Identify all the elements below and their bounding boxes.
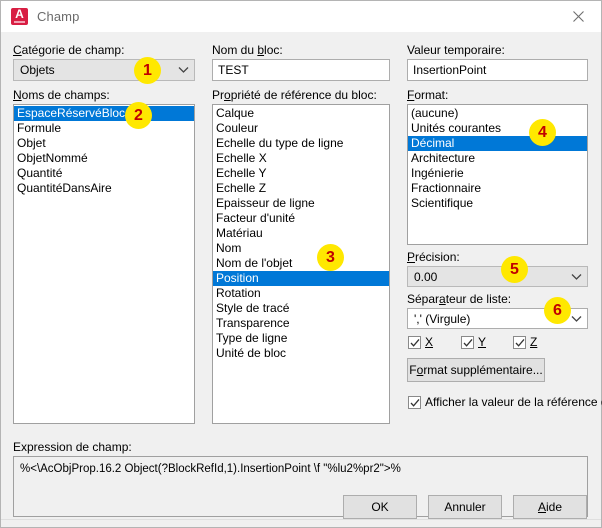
annotation-badge-1: 1 — [134, 57, 161, 84]
checkbox-z[interactable]: Z — [513, 335, 537, 349]
block-property-listbox[interactable]: Calque Couleur Echelle du type de ligne … — [212, 104, 390, 424]
temp-value-field[interactable]: InsertionPoint — [407, 59, 588, 81]
list-item[interactable]: Unités courantes — [408, 121, 587, 136]
checkbox-y[interactable]: Y — [461, 335, 486, 349]
list-item[interactable]: Epaisseur de ligne — [213, 196, 389, 211]
help-button[interactable]: Aide — [513, 495, 587, 519]
list-item[interactable]: Echelle Y — [213, 166, 389, 181]
block-property-list: Calque Couleur Echelle du type de ligne … — [213, 105, 389, 361]
close-icon[interactable] — [555, 1, 601, 31]
autocad-a-icon — [11, 7, 28, 25]
cancel-button[interactable]: Annuler — [428, 495, 502, 519]
show-reference-value-box — [408, 395, 421, 409]
annotation-badge-6: 6 — [544, 297, 571, 324]
field-names-label: Noms de champs: — [13, 88, 110, 102]
extra-format-button[interactable]: Format supplémentaire... — [407, 358, 545, 382]
help-button-label: Aide — [537, 500, 563, 514]
list-item[interactable]: QuantitéDansAire — [14, 181, 194, 196]
annotation-badge-5: 5 — [501, 256, 528, 283]
list-item[interactable]: Unité de bloc — [213, 346, 389, 361]
category-combo[interactable]: Objets — [13, 59, 195, 81]
list-item[interactable]: Couleur — [213, 121, 389, 136]
field-names-listbox[interactable]: EspaceRéservéBloc Formule Objet ObjetNom… — [13, 104, 195, 424]
list-item[interactable]: Style de tracé — [213, 301, 389, 316]
format-label: Format: — [407, 88, 449, 102]
ok-button[interactable]: OK — [343, 495, 417, 519]
show-reference-value-checkbox[interactable]: Afficher la valeur de la référence du bl… — [408, 395, 602, 409]
annotation-badge-2: 2 — [125, 102, 152, 129]
format-listbox[interactable]: (aucune) Unités courantes Décimal Archit… — [407, 104, 588, 245]
list-item[interactable]: Architecture — [408, 151, 587, 166]
field-names-list: EspaceRéservéBloc Formule Objet ObjetNom… — [14, 105, 194, 196]
temp-value-label: Valeur temporaire: — [407, 43, 505, 57]
footer-divider — [1, 519, 601, 520]
list-item[interactable]: Quantité — [14, 166, 194, 181]
list-item[interactable]: Décimal — [408, 136, 587, 151]
list-item[interactable]: Type de ligne — [213, 331, 389, 346]
separator-label: Séparateur de liste: — [407, 292, 512, 306]
list-item[interactable]: Echelle Z — [213, 181, 389, 196]
list-item[interactable]: Position — [213, 271, 389, 286]
temp-value-text: InsertionPoint — [413, 63, 487, 77]
list-item[interactable]: Objet — [14, 136, 194, 151]
checkbox-x-box — [408, 335, 421, 349]
category-label: Catégorie de champ: — [13, 43, 125, 57]
window-title: Champ — [37, 9, 80, 24]
list-item[interactable]: Formule — [14, 121, 194, 136]
list-item[interactable]: Rotation — [213, 286, 389, 301]
list-item[interactable]: Fractionnaire — [408, 181, 587, 196]
list-item[interactable]: Echelle X — [213, 151, 389, 166]
checkbox-z-box — [513, 335, 526, 349]
list-item[interactable]: (aucune) — [408, 106, 587, 121]
list-item[interactable]: Nom — [213, 241, 389, 256]
extra-format-button-label: Format supplémentaire... — [409, 363, 543, 377]
expression-value: %<\AcObjProp.16.2 Object(?BlockRefId,1).… — [20, 463, 401, 475]
checkbox-y-box — [461, 335, 474, 349]
field-dialog: Champ Catégorie de champ: Objets Noms de… — [0, 0, 602, 528]
format-list: (aucune) Unités courantes Décimal Archit… — [408, 105, 587, 211]
precision-combo-value: 0.00 — [414, 269, 438, 284]
checkbox-x-label: X — [425, 335, 434, 349]
ok-button-label: OK — [371, 500, 389, 514]
list-item[interactable]: Scientifique — [408, 196, 587, 211]
list-item[interactable]: EspaceRéservéBloc — [14, 106, 194, 121]
expression-label: Expression de champ: — [13, 440, 132, 454]
list-item[interactable]: Echelle du type de ligne — [213, 136, 389, 151]
separator-combo-value: ',' (Virgule) — [414, 311, 471, 326]
list-item[interactable]: Transparence — [213, 316, 389, 331]
show-reference-value-label: Afficher la valeur de la référence du bl… — [425, 395, 602, 409]
chevron-down-icon — [172, 66, 194, 74]
list-item[interactable]: ObjetNommé — [14, 151, 194, 166]
list-item[interactable]: Nom de l'objet — [213, 256, 389, 271]
list-item[interactable]: Matériau — [213, 226, 389, 241]
chevron-down-icon — [565, 273, 587, 281]
annotation-badge-3: 3 — [317, 244, 344, 271]
cancel-button-label: Annuler — [444, 500, 486, 514]
title-bar: Champ — [1, 1, 601, 33]
precision-label: Précision: — [407, 250, 460, 264]
list-item[interactable]: Ingénierie — [408, 166, 587, 181]
block-name-value: TEST — [218, 63, 249, 77]
checkbox-y-label: Y — [478, 335, 487, 349]
block-name-label: Nom du bloc: — [212, 43, 283, 57]
checkbox-x[interactable]: X — [408, 335, 433, 349]
block-name-field[interactable]: TEST — [212, 59, 390, 81]
checkbox-z-label: Z — [530, 335, 538, 349]
list-item[interactable]: Facteur d'unité — [213, 211, 389, 226]
block-property-label: Propriété de référence du bloc: — [212, 88, 377, 102]
list-item[interactable]: Calque — [213, 106, 389, 121]
precision-combo[interactable]: 0.00 — [407, 266, 588, 287]
annotation-badge-4: 4 — [529, 119, 556, 146]
